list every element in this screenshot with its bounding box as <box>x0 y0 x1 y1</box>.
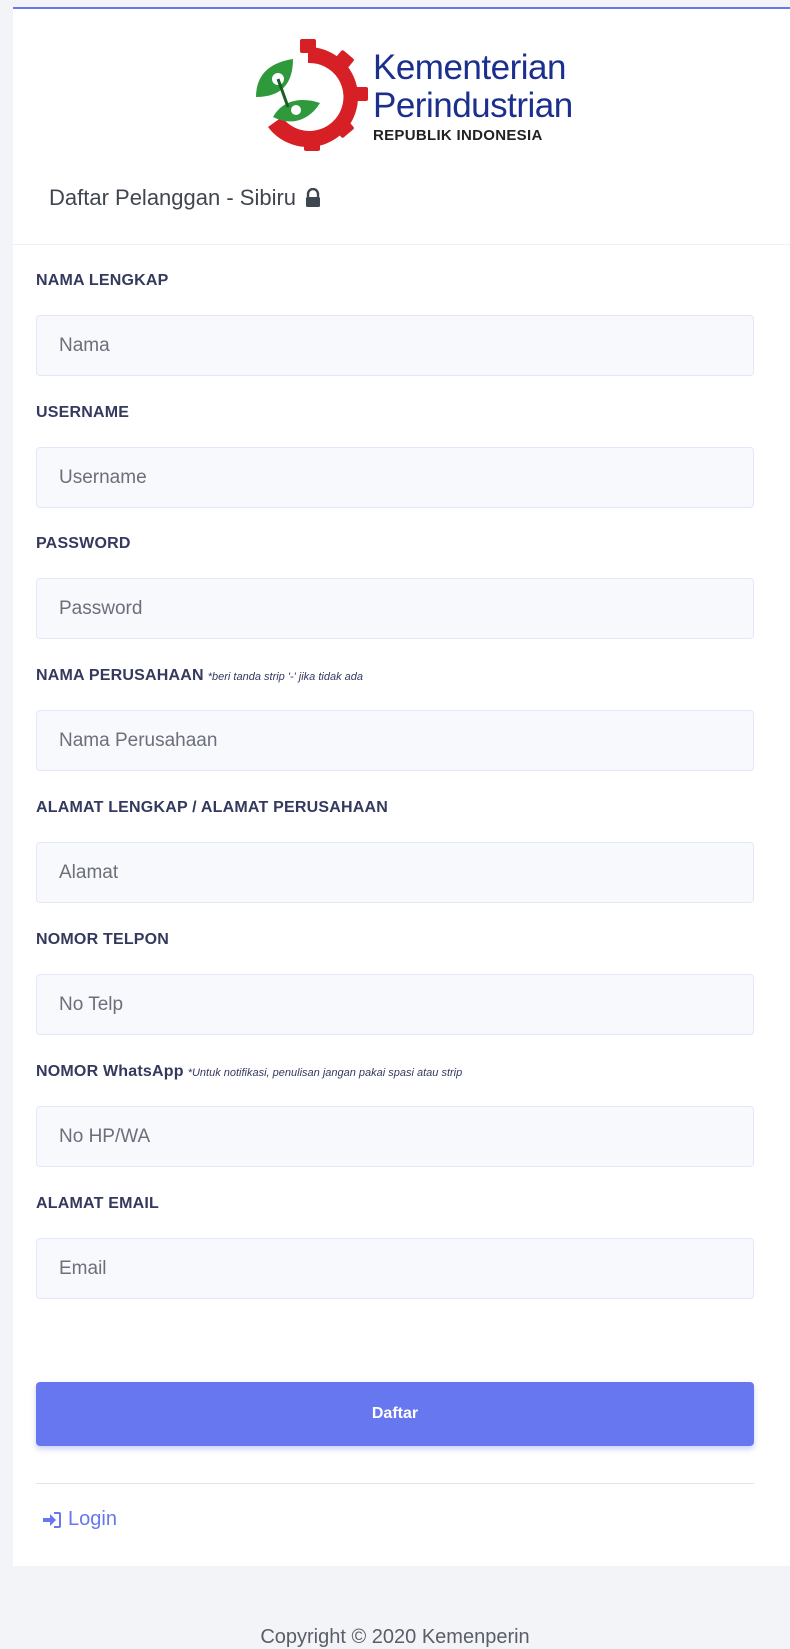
nama-perusahaan-input[interactable] <box>36 710 754 771</box>
telpon-input[interactable] <box>36 974 754 1035</box>
footer-copyright: Copyright © 2020 Kemenperin <box>260 1626 530 1648</box>
field-label: ALAMAT LENGKAP / ALAMAT PERUSAHAAN <box>36 799 388 816</box>
email-input[interactable] <box>36 1238 754 1299</box>
field-label: PASSWORD <box>36 535 131 552</box>
field-label: NOMOR TELPON <box>36 931 170 948</box>
field-nomor-whatsapp: NOMOR WhatsApp *Untuk notifikasi, penulis… <box>36 1061 754 1167</box>
logo-line-1: Kementerian <box>373 48 566 87</box>
page-title-text: Daftar Pelanggan - Sibiru <box>49 185 297 210</box>
whatsapp-input[interactable] <box>36 1106 754 1167</box>
field-label: NOMOR WhatsApp *Untuk notifikasi, penulis… <box>36 1063 463 1080</box>
field-alamat: ALAMAT LENGKAP / ALAMAT PERUSAHAAN <box>36 797 754 903</box>
daftar-button[interactable]: Daftar <box>36 1382 754 1446</box>
field-nama-perusahaan: NAMA PERUSAHAAN *beri tanda strip '-' jik… <box>36 665 754 771</box>
field-username: USERNAME <box>36 402 754 508</box>
field-label: NAMA LENGKAP <box>36 272 169 289</box>
card-header: Kementerian Perindustrian REPUBLIK INDON… <box>13 9 790 245</box>
logo-wordmark: Kementerian Perindustrian REPUBLIK INDON… <box>373 49 573 145</box>
kemenperin-logo: Kementerian Perindustrian REPUBLIK INDON… <box>248 37 588 155</box>
field-hint: *beri tanda strip '-' jika tidak ada <box>207 671 363 683</box>
field-label: ALAMAT EMAIL <box>36 1195 159 1212</box>
alamat-input[interactable] <box>36 842 754 903</box>
field-label: NAMA PERUSAHAAN *beri tanda strip '-' jik… <box>36 667 363 684</box>
divider <box>36 1483 754 1484</box>
field-nomor-telpon: NOMOR TELPON <box>36 929 754 1035</box>
page-title: Daftar Pelanggan - Sibiru <box>49 185 322 211</box>
gear-leaf-logo-icon <box>256 39 368 151</box>
login-label: Login <box>68 1508 117 1530</box>
login-link[interactable]: Login <box>42 1508 117 1531</box>
sign-in-icon <box>43 1511 61 1528</box>
field-hint: *Untuk notifikasi, penulisan jangan paka… <box>187 1067 463 1079</box>
field-label: USERNAME <box>36 404 130 421</box>
field-nama-lengkap: NAMA LENGKAP <box>36 270 754 376</box>
lock-icon <box>306 188 321 207</box>
field-password: PASSWORD <box>36 533 754 639</box>
logo-line-2: Perindustrian <box>373 86 573 125</box>
logo-line-3: REPUBLIK INDONESIA <box>373 127 543 144</box>
nama-input[interactable] <box>36 315 754 376</box>
register-card: Kementerian Perindustrian REPUBLIK INDON… <box>13 7 790 1566</box>
field-alamat-email: ALAMAT EMAIL <box>36 1193 754 1299</box>
username-input[interactable] <box>36 447 754 508</box>
password-input[interactable] <box>36 578 754 639</box>
